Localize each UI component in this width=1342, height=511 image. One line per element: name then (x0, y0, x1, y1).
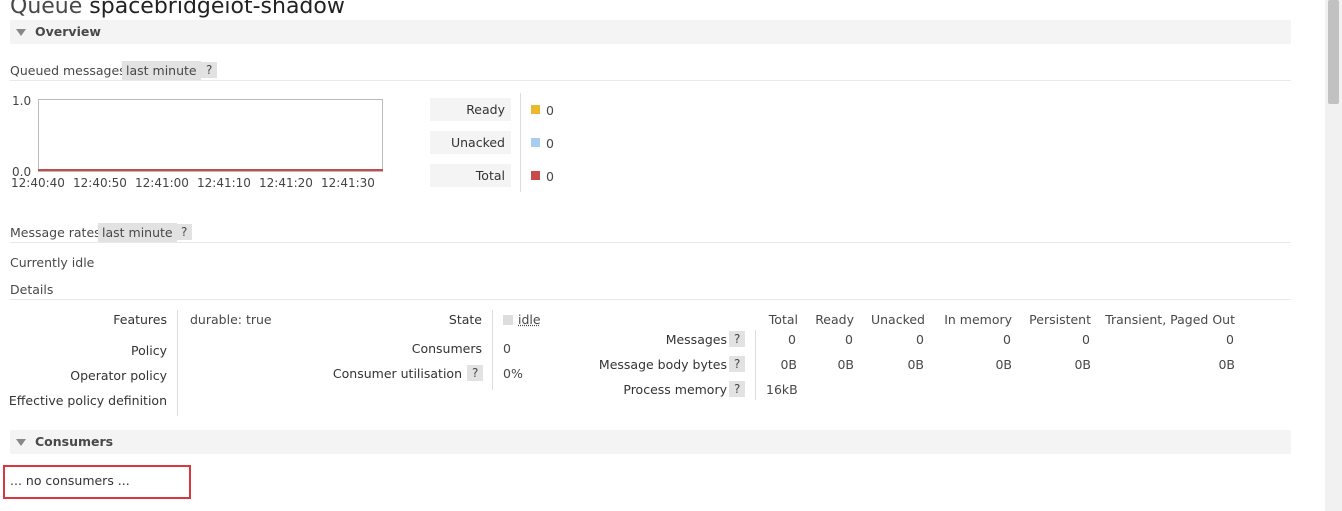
overview-header-label: Overview (35, 24, 101, 39)
legend-total-label[interactable]: Total (430, 164, 511, 187)
details-label: Details (10, 282, 54, 297)
stats-col-persistent: Persistent (1029, 312, 1091, 327)
body-bytes-total: 0B (780, 357, 797, 372)
stats-col-transient-paged-out: Transient, Paged Out (1105, 312, 1235, 327)
vertical-scrollbar[interactable] (1325, 0, 1342, 511)
queued-messages-chart (38, 99, 383, 172)
chart-x-tick: 12:41:10 (197, 176, 251, 190)
consumers-section-toggle[interactable]: Consumers (10, 430, 1291, 454)
policy-label: Policy (131, 343, 167, 358)
messages-ready: 0 (845, 332, 853, 347)
state-label: State (448, 312, 482, 327)
legend-unacked-value: 0 (546, 136, 554, 151)
features-durable-value: true (245, 312, 272, 327)
operator-policy-label: Operator policy (70, 368, 167, 383)
consumer-utilisation-value: 0% (503, 366, 523, 381)
messages-unacked: 0 (916, 332, 924, 347)
legend-unacked-label[interactable]: Unacked (430, 131, 511, 154)
legend-ready-value: 0 (546, 103, 554, 118)
messages-total: 0 (788, 332, 796, 347)
stats-col-ready: Ready (815, 312, 854, 327)
process-memory-label: Process memory (623, 382, 727, 397)
legend-unacked-swatch (531, 138, 540, 147)
messages-label: Messages (665, 332, 727, 347)
queued-messages-label: Queued messages (10, 63, 126, 78)
consumer-utilisation-help-button[interactable]: ? (467, 365, 484, 381)
messages-help-button[interactable]: ? (729, 331, 746, 347)
messages-in-memory: 0 (1003, 332, 1011, 347)
chart-y-max: 1.0 (12, 94, 32, 108)
body-bytes-in-memory: 0B (995, 357, 1012, 372)
stats-divider (755, 330, 756, 400)
legend-total-swatch (531, 171, 540, 180)
queued-messages-help-button[interactable]: ? (201, 62, 218, 78)
overview-section-toggle[interactable]: Overview (10, 20, 1291, 44)
divider (10, 80, 1291, 81)
body-bytes-transient: 0B (1218, 357, 1235, 372)
legend-ready-label[interactable]: Ready (430, 98, 511, 121)
stats-col-unacked: Unacked (870, 312, 925, 327)
process-memory-help-button[interactable]: ? (729, 381, 746, 397)
page-title: Queue spacebridgeiot-shadow (10, 0, 345, 21)
state-idle-text: idle (518, 312, 541, 327)
currently-idle-text: Currently idle (10, 255, 95, 270)
chart-total-series-line (38, 169, 383, 171)
body-bytes-persistent: 0B (1074, 357, 1091, 372)
chart-x-tick: 12:41:30 (321, 176, 375, 190)
stats-col-total: Total (768, 312, 798, 327)
divider (10, 299, 1291, 300)
features-label: Features (113, 312, 167, 327)
message-rates-help-button[interactable]: ? (176, 224, 193, 240)
chart-x-tick: 12:41:20 (259, 176, 313, 190)
details-divider (492, 310, 493, 390)
legend-total-value: 0 (546, 169, 554, 184)
queued-messages-range-pill[interactable]: last minute (122, 61, 201, 80)
queue-name: spacebridgeiot-shadow (89, 0, 345, 19)
message-rates-label: Message rates (10, 225, 101, 240)
message-rates-range-pill[interactable]: last minute (98, 223, 177, 242)
stats-col-in-memory: In memory (944, 312, 1012, 327)
features-key: durable: (190, 312, 242, 327)
collapse-triangle-icon (16, 439, 26, 446)
legend-divider (520, 93, 521, 192)
state-value: idle (503, 312, 541, 327)
legend-ready-swatch (531, 105, 540, 114)
effective-policy-label: Effective policy definition (8, 393, 167, 408)
idle-state-indicator-icon (503, 315, 513, 325)
message-body-bytes-help-button[interactable]: ? (729, 356, 746, 372)
consumer-utilisation-label: Consumer utilisation (332, 366, 462, 381)
no-consumers-text: ... no consumers ... (10, 473, 130, 488)
divider (10, 242, 1291, 243)
body-bytes-unacked: 0B (907, 357, 924, 372)
chart-x-tick: 12:40:40 (11, 176, 65, 190)
features-value: durable: true (190, 312, 272, 327)
messages-transient: 0 (1226, 332, 1234, 347)
collapse-triangle-icon (16, 29, 26, 36)
consumers-value: 0 (503, 341, 511, 356)
body-bytes-ready: 0B (837, 357, 854, 372)
consumers-label: Consumers (411, 341, 482, 356)
consumers-header-label: Consumers (35, 434, 114, 449)
details-divider (177, 310, 178, 416)
chart-x-tick: 12:41:00 (135, 176, 189, 190)
message-body-bytes-label: Message body bytes (598, 357, 727, 372)
scrollbar-thumb[interactable] (1328, 0, 1339, 104)
page-title-prefix: Queue (10, 0, 83, 19)
chart-x-tick: 12:40:50 (73, 176, 127, 190)
process-memory-value: 16kB (766, 382, 798, 397)
messages-persistent: 0 (1082, 332, 1090, 347)
